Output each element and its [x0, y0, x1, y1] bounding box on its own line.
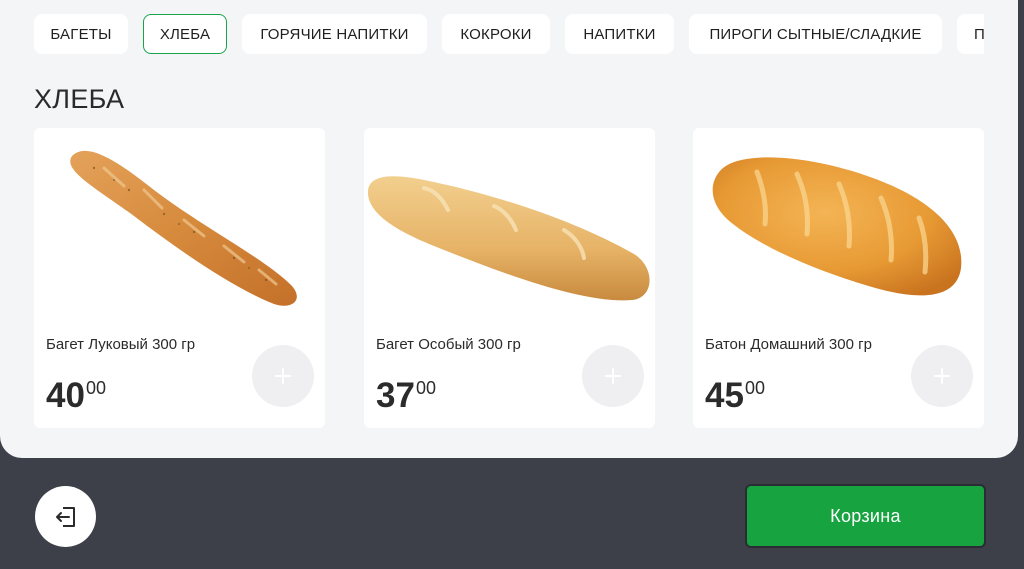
tab-hleba[interactable]: ХЛЕБА [143, 14, 227, 54]
tab-partial[interactable]: П [957, 14, 984, 54]
category-tabs: БАГЕТЫ ХЛЕБА ГОРЯЧИЕ НАПИТКИ КОКРОКИ НАП… [34, 14, 984, 54]
exit-button[interactable] [35, 486, 96, 547]
product-price: 45 00 [705, 376, 765, 415]
add-to-cart-button[interactable] [582, 345, 644, 407]
tab-goryachie-napitki[interactable]: ГОРЯЧИЕ НАПИТКИ [242, 14, 427, 54]
product-name: Батон Домашний 300 гр [705, 336, 872, 353]
section-title: ХЛЕБА [34, 84, 125, 114]
plus-icon [605, 368, 621, 384]
product-card[interactable]: Батон Домашний 300 гр 45 00 [693, 128, 984, 428]
product-price: 37 00 [376, 376, 436, 415]
product-card[interactable]: Багет Луковый 300 гр 40 00 [34, 128, 325, 428]
product-card[interactable]: Багет Особый 300 гр 37 00 [364, 128, 655, 428]
tab-pirogi[interactable]: ПИРОГИ СЫТНЫЕ/СЛАДКИЕ [689, 14, 942, 54]
add-to-cart-button[interactable] [911, 345, 973, 407]
add-to-cart-button[interactable] [252, 345, 314, 407]
product-price: 40 00 [46, 376, 106, 415]
logout-icon [55, 506, 75, 527]
tab-kokroki[interactable]: КОКРОКИ [442, 14, 550, 54]
tab-napitki[interactable]: НАПИТКИ [565, 14, 674, 54]
product-image-baton [712, 157, 962, 296]
cart-button[interactable]: Корзина [745, 484, 986, 548]
product-name: Багет Особый 300 гр [376, 336, 521, 353]
plus-icon [934, 368, 950, 384]
product-name: Багет Луковый 300 гр [46, 336, 196, 353]
product-image-baguette-onion [70, 150, 297, 306]
main-panel: БАГЕТЫ ХЛЕБА ГОРЯЧИЕ НАПИТКИ КОКРОКИ НАП… [0, 0, 1018, 458]
product-image-baguette-special [367, 176, 650, 301]
tab-bagety[interactable]: БАГЕТЫ [34, 14, 128, 54]
plus-icon [275, 368, 291, 384]
